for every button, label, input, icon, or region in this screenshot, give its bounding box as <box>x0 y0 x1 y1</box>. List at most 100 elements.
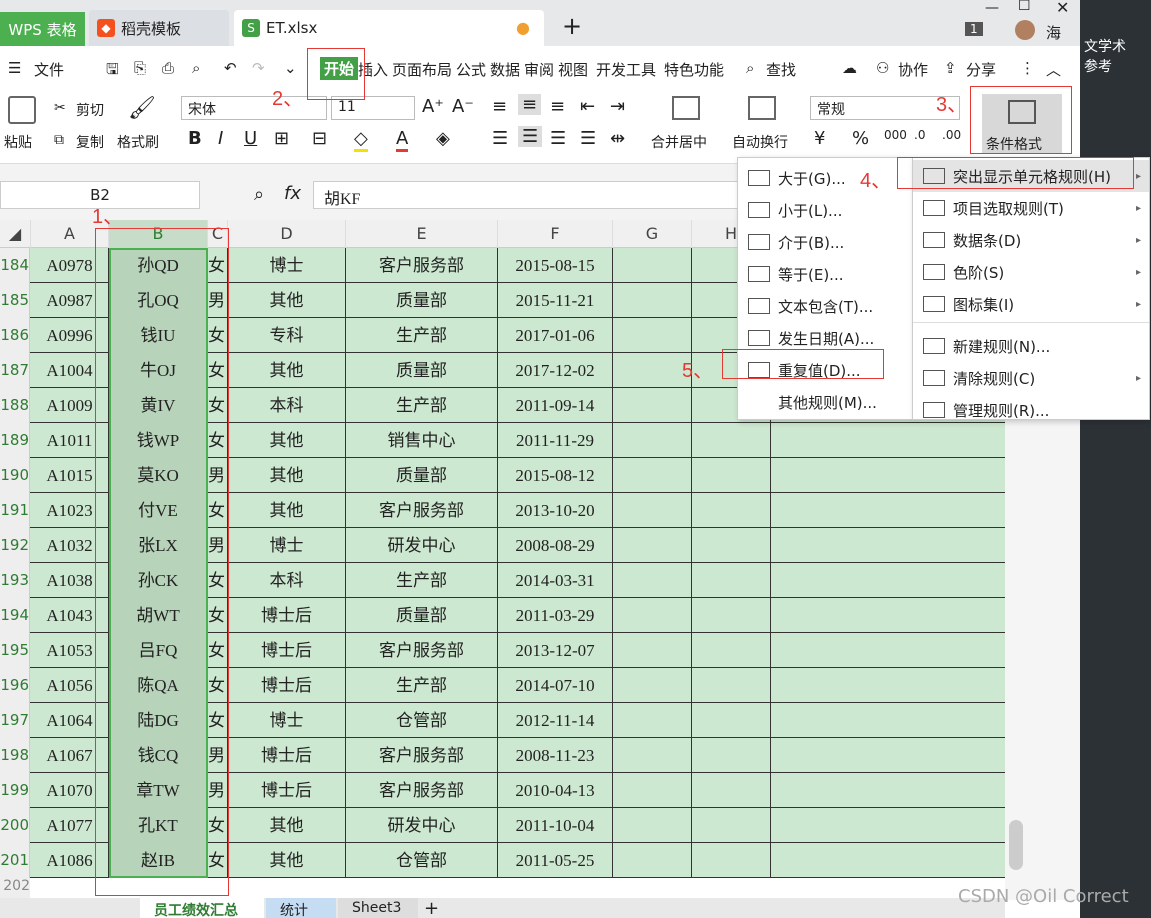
cell-f[interactable]: 2011-09-14 <box>498 388 613 423</box>
row-number[interactable]: 202 <box>0 878 30 898</box>
cell-g[interactable] <box>613 738 692 773</box>
quick-access-dropdown-icon[interactable]: ⌄ <box>284 59 297 77</box>
menu-item-right-6[interactable]: 清除规则(C) ▸ <box>913 362 1149 394</box>
cell-g[interactable] <box>613 388 692 423</box>
avatar[interactable] <box>1015 20 1035 40</box>
select-all-corner[interactable]: ◢ <box>0 220 31 248</box>
cell-f[interactable]: 2011-05-25 <box>498 843 613 878</box>
cell-e[interactable]: 质量部 <box>346 598 498 633</box>
tab-wps[interactable]: WPS 表格 <box>0 12 85 46</box>
cell-f[interactable]: 2011-03-29 <box>498 598 613 633</box>
cell-e[interactable]: 质量部 <box>346 283 498 318</box>
thousands-icon[interactable]: 000 <box>884 128 907 142</box>
row-number[interactable]: 191 <box>0 493 30 528</box>
redo-icon[interactable]: ↷ <box>252 59 265 77</box>
align-left-icon[interactable]: ☰ <box>492 128 508 149</box>
cell-g[interactable] <box>613 668 692 703</box>
save-icon[interactable]: 🖫 <box>106 59 119 84</box>
sheet-tab[interactable]: 统计 <box>266 898 336 918</box>
fill-style-icon[interactable]: ⊟ <box>312 128 327 149</box>
cell-f[interactable]: 2010-04-13 <box>498 773 613 808</box>
copy-button[interactable]: 复制 <box>76 132 104 152</box>
cell-f[interactable]: 2014-03-31 <box>498 563 613 598</box>
align-right-icon[interactable]: ☰ <box>550 128 566 149</box>
cell-h[interactable] <box>692 668 771 703</box>
menu-special[interactable]: 特色功能 <box>664 59 724 80</box>
add-sheet-button[interactable]: + <box>424 898 439 918</box>
cell-h[interactable] <box>692 423 771 458</box>
cell-e[interactable]: 研发中心 <box>346 528 498 563</box>
menu-dev-tools[interactable]: 开发工具 <box>596 59 656 80</box>
cell-f[interactable]: 2008-08-29 <box>498 528 613 563</box>
cell-f[interactable]: 2015-11-21 <box>498 283 613 318</box>
cell-g[interactable] <box>613 493 692 528</box>
increase-font-icon[interactable]: A⁺ <box>422 96 444 117</box>
align-center-icon[interactable]: ☰ <box>518 126 543 147</box>
cell-d[interactable]: 其他 <box>228 423 346 458</box>
cell-e[interactable]: 生产部 <box>346 563 498 598</box>
menu-item-right-4[interactable]: 图标集(I) ▸ <box>913 288 1149 320</box>
cell-h[interactable] <box>692 598 771 633</box>
menu-item-left-4[interactable]: 文本包含(T)... <box>738 290 912 322</box>
decrease-font-icon[interactable]: A⁻ <box>452 96 474 117</box>
cell-d[interactable]: 博士 <box>228 528 346 563</box>
indent-icon[interactable]: ⇥ <box>610 96 625 117</box>
formula-input[interactable]: 胡KF <box>313 181 753 209</box>
cell-h[interactable] <box>692 703 771 738</box>
row-number[interactable]: 190 <box>0 458 30 493</box>
cell-d[interactable]: 本科 <box>228 563 346 598</box>
cell-d[interactable]: 博士后 <box>228 668 346 703</box>
cell-d[interactable]: 博士 <box>228 703 346 738</box>
row-number[interactable]: 195 <box>0 633 30 668</box>
column-header-e[interactable]: E <box>346 220 498 248</box>
column-header-g[interactable]: G <box>613 220 692 248</box>
distribute-icon[interactable]: ⇹ <box>610 128 625 149</box>
cell-d[interactable]: 其他 <box>228 283 346 318</box>
cell-d[interactable]: 博士后 <box>228 633 346 668</box>
collapse-ribbon-icon[interactable]: ︿ <box>1046 59 1061 80</box>
new-tab-button[interactable]: + <box>562 12 582 40</box>
cell-d[interactable]: 博士后 <box>228 738 346 773</box>
menu-data[interactable]: 数据 <box>490 59 520 80</box>
cell-g[interactable] <box>613 318 692 353</box>
justify-icon[interactable]: ☰ <box>580 128 596 149</box>
row-number[interactable]: 186 <box>0 318 30 353</box>
search-icon[interactable]: ⌕ <box>746 59 754 77</box>
row-number[interactable]: 197 <box>0 703 30 738</box>
menu-item-right-3[interactable]: 色阶(S) ▸ <box>913 256 1149 288</box>
sheet-tab[interactable]: Sheet3 <box>338 898 418 918</box>
row-number[interactable]: 199 <box>0 773 30 808</box>
cell-g[interactable] <box>613 773 692 808</box>
italic-icon[interactable]: I <box>218 128 223 149</box>
cut-button[interactable]: 剪切 <box>76 100 104 120</box>
paste-icon[interactable] <box>8 96 36 124</box>
cell-f[interactable]: 2015-08-12 <box>498 458 613 493</box>
menu-item-right-7[interactable]: 管理规则(R)... <box>913 394 1149 426</box>
cell-g[interactable] <box>613 808 692 843</box>
bold-icon[interactable]: B <box>188 128 202 149</box>
preview-icon[interactable]: ⌕ <box>192 59 200 77</box>
cell-g[interactable] <box>613 353 692 388</box>
vertical-scrollbar-thumb[interactable] <box>1009 820 1023 870</box>
cell-e[interactable]: 客户服务部 <box>346 633 498 668</box>
cell-h[interactable] <box>692 808 771 843</box>
cell-d[interactable]: 博士 <box>228 248 346 283</box>
menu-item-left-7[interactable]: 其他规则(M)... <box>738 386 912 418</box>
menu-view[interactable]: 视图 <box>558 59 588 80</box>
cell-g[interactable] <box>613 248 692 283</box>
cell-d[interactable]: 博士后 <box>228 773 346 808</box>
cell-d[interactable]: 专科 <box>228 318 346 353</box>
cell-g[interactable] <box>613 458 692 493</box>
cell-g[interactable] <box>613 598 692 633</box>
font-name-select[interactable]: 宋体 <box>181 96 327 120</box>
maximize-icon[interactable]: ☐ <box>1018 0 1031 14</box>
cell-f[interactable]: 2014-07-10 <box>498 668 613 703</box>
currency-icon[interactable]: ¥ <box>814 128 825 149</box>
fill-color-icon[interactable]: ◇ <box>354 128 368 152</box>
cell-f[interactable]: 2011-10-04 <box>498 808 613 843</box>
wrap-icon[interactable] <box>748 96 776 120</box>
wrap-text-button[interactable]: 自动换行 <box>732 132 788 152</box>
outdent-icon[interactable]: ⇤ <box>580 96 595 117</box>
zoom-icon[interactable]: ⌕ <box>254 184 264 205</box>
cell-e[interactable]: 生产部 <box>346 668 498 703</box>
